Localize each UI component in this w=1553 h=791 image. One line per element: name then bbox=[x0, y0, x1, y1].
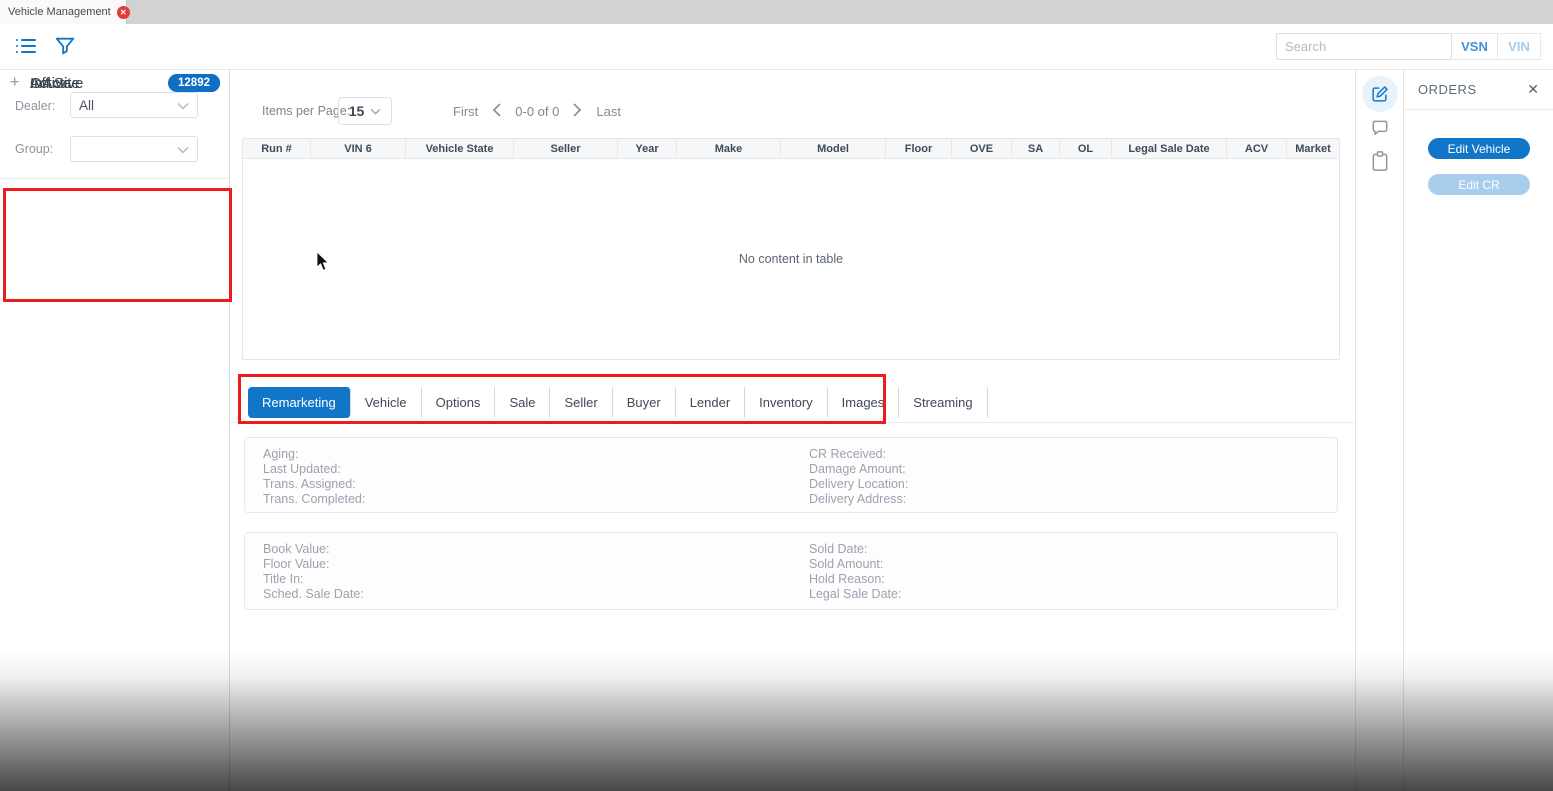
detail-tab[interactable]: Images bbox=[828, 387, 900, 418]
detail-tab[interactable]: Sale bbox=[495, 387, 550, 418]
items-per-page-value: 15 bbox=[349, 103, 365, 119]
dealer-select-value: All bbox=[79, 98, 94, 113]
vehicle-management-screen: Vehicle Management ✕ VSN VIN Dealer: bbox=[0, 0, 1553, 791]
filter-icon[interactable] bbox=[54, 35, 76, 62]
edit-icon[interactable] bbox=[1362, 76, 1398, 112]
field-label: Book Value: bbox=[263, 542, 791, 557]
remarketing-right-column: CR Received:Damage Amount:Delivery Locat… bbox=[791, 438, 1337, 512]
chevron-left-icon[interactable] bbox=[492, 103, 501, 120]
dealer-label: Dealer: bbox=[15, 99, 55, 113]
first-page-button[interactable]: First bbox=[453, 104, 478, 119]
detail-tab[interactable]: Inventory bbox=[745, 387, 827, 418]
table-column-header[interactable]: OVE bbox=[952, 139, 1012, 158]
field-label: Trans. Assigned: bbox=[263, 477, 791, 492]
sale-info-panel: Book Value:Floor Value:Title In:Sched. S… bbox=[244, 532, 1338, 610]
chevron-down-icon bbox=[177, 142, 189, 157]
remarketing-left-column: Aging:Last Updated:Trans. Assigned:Trans… bbox=[245, 438, 791, 512]
orders-panel: ORDERS ✕ Edit Vehicle Edit CR bbox=[1403, 70, 1553, 791]
field-label: Delivery Address: bbox=[809, 492, 1337, 507]
window-tab-bar: Vehicle Management ✕ bbox=[0, 0, 1553, 24]
field-label: Delivery Location: bbox=[809, 477, 1337, 492]
table-column-header[interactable]: Make bbox=[677, 139, 781, 158]
chevron-right-icon[interactable] bbox=[573, 103, 582, 120]
table-column-header[interactable]: Model bbox=[781, 139, 886, 158]
table-column-header[interactable]: Year bbox=[618, 139, 677, 158]
comment-icon[interactable] bbox=[1370, 118, 1390, 143]
last-page-button[interactable]: Last bbox=[596, 104, 621, 119]
edit-vehicle-button[interactable]: Edit Vehicle bbox=[1428, 138, 1530, 159]
detail-tab[interactable]: Options bbox=[422, 387, 496, 418]
table-column-header[interactable]: Market bbox=[1287, 139, 1339, 158]
chevron-down-icon bbox=[370, 108, 381, 115]
table-empty-message: No content in table bbox=[243, 159, 1339, 359]
main-content: Items per Page: 15 First 0-0 of 0 Last R… bbox=[230, 70, 1355, 791]
detail-tab[interactable]: Vehicle bbox=[351, 387, 422, 418]
table-column-header[interactable]: VIN 6 bbox=[311, 139, 406, 158]
sidebar-divider bbox=[0, 178, 229, 179]
table-column-header[interactable]: OL bbox=[1060, 139, 1112, 158]
field-label: Sold Date: bbox=[809, 542, 1337, 557]
sale-right-column: Sold Date:Sold Amount:Hold Reason:Legal … bbox=[791, 533, 1337, 609]
table-header-row: Run #VIN 6Vehicle StateSellerYearMakeMod… bbox=[243, 139, 1339, 159]
pagination: First 0-0 of 0 Last bbox=[453, 97, 621, 125]
field-label: Hold Reason: bbox=[809, 572, 1337, 587]
remarketing-info-panel: Aging:Last Updated:Trans. Assigned:Trans… bbox=[244, 437, 1338, 513]
tab-title: Vehicle Management bbox=[8, 6, 111, 18]
detail-tab[interactable]: Seller bbox=[550, 387, 612, 418]
field-label: Aging: bbox=[263, 447, 791, 462]
group-select[interactable] bbox=[70, 136, 198, 162]
detail-tab[interactable]: Remarketing bbox=[248, 387, 351, 418]
field-label: Damage Amount: bbox=[809, 462, 1337, 477]
table-column-header[interactable]: Seller bbox=[514, 139, 618, 158]
items-per-page-label: Items per Page: bbox=[262, 104, 350, 118]
vin-button[interactable]: VIN bbox=[1498, 33, 1541, 60]
field-label: Title In: bbox=[263, 572, 791, 587]
table-column-header[interactable]: ACV bbox=[1227, 139, 1287, 158]
field-label: Sched. Sale Date: bbox=[263, 587, 791, 602]
close-icon[interactable]: ✕ bbox=[117, 6, 130, 19]
close-icon[interactable]: ✕ bbox=[1527, 81, 1539, 98]
table-column-header[interactable]: SA bbox=[1012, 139, 1060, 158]
table-column-header[interactable]: Legal Sale Date bbox=[1112, 139, 1227, 158]
detail-tab[interactable]: Streaming bbox=[899, 387, 987, 418]
table-column-header[interactable]: Vehicle State bbox=[406, 139, 514, 158]
tree-item-label: InActive bbox=[30, 75, 83, 92]
field-label: Legal Sale Date: bbox=[809, 587, 1337, 602]
search-input[interactable] bbox=[1276, 33, 1452, 60]
vsn-button[interactable]: VSN bbox=[1452, 33, 1498, 60]
field-label: Sold Amount: bbox=[809, 557, 1337, 572]
chevron-down-icon bbox=[177, 98, 189, 113]
table-column-header[interactable]: Run # bbox=[243, 139, 311, 158]
count-badge: 12892 bbox=[168, 74, 220, 92]
detail-tab[interactable]: Buyer bbox=[613, 387, 676, 418]
page-range-label: 0-0 of 0 bbox=[515, 104, 559, 119]
orders-header: ORDERS ✕ bbox=[1404, 70, 1553, 110]
detail-tab[interactable]: Lender bbox=[676, 387, 745, 418]
expand-plus-icon[interactable]: + bbox=[10, 74, 30, 92]
field-label: Floor Value: bbox=[263, 557, 791, 572]
field-label: Last Updated: bbox=[263, 462, 791, 477]
field-label: Trans. Completed: bbox=[263, 492, 791, 507]
orders-title: ORDERS bbox=[1418, 82, 1477, 97]
table-column-header[interactable]: Floor bbox=[886, 139, 952, 158]
detail-tabs: RemarketingVehicleOptionsSaleSellerBuyer… bbox=[230, 382, 1355, 423]
tab-vehicle-management[interactable]: Vehicle Management ✕ bbox=[0, 0, 127, 24]
sidebar: Dealer: All Group: + Active 161 + Off Si… bbox=[0, 70, 230, 791]
clipboard-icon[interactable] bbox=[1370, 150, 1390, 177]
list-icon[interactable] bbox=[14, 34, 38, 63]
side-icon-strip bbox=[1355, 70, 1403, 791]
group-label: Group: bbox=[15, 142, 53, 156]
edit-cr-button[interactable]: Edit CR bbox=[1428, 174, 1530, 195]
items-per-page-select[interactable]: 15 bbox=[338, 97, 392, 125]
sale-left-column: Book Value:Floor Value:Title In:Sched. S… bbox=[245, 533, 791, 609]
field-label: CR Received: bbox=[809, 447, 1337, 462]
vehicles-table: Run #VIN 6Vehicle StateSellerYearMakeMod… bbox=[242, 138, 1340, 360]
toolbar: VSN VIN bbox=[0, 24, 1553, 70]
tree-item[interactable]: + InActive 12892 bbox=[10, 70, 220, 96]
